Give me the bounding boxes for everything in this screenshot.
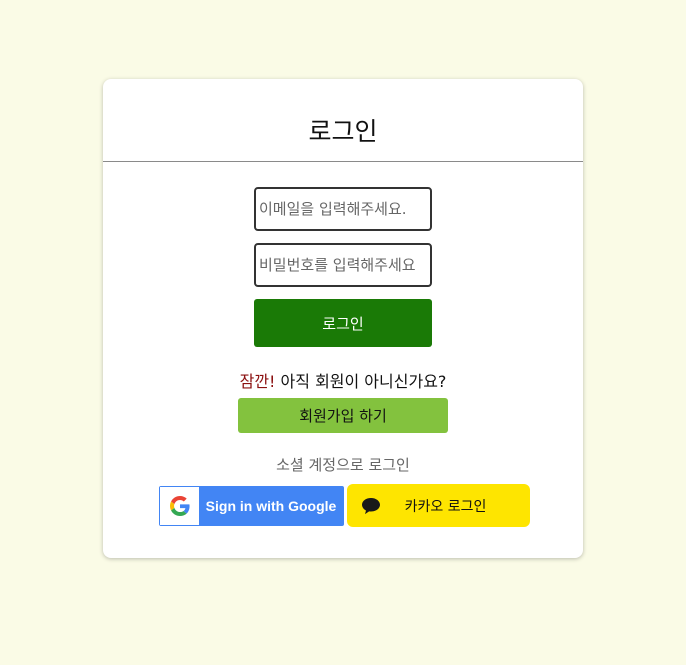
social-login-label: 소셜 계정으로 로그인 [276,456,410,474]
google-signin-label: Sign in with Google [205,498,337,514]
google-signin-button[interactable]: Sign in with Google [159,486,344,526]
page-title: 로그인 [308,117,378,146]
signup-question: 잠깐! 아직 회원이 아니신가요? [103,368,583,392]
kakao-login-label: 카카오 로그인 [404,498,487,515]
signup-button[interactable]: 회원가입 하기 [238,398,448,433]
google-logo-icon [160,487,199,525]
speech-bubble-icon [362,497,380,514]
signup-question-text: 아직 회원이 아니신가요? [275,372,447,391]
password-field[interactable] [254,243,432,287]
email-field[interactable] [254,187,432,231]
login-button[interactable]: 로그인 [254,299,432,347]
login-card: 로그인 로그인 잠깐! 아직 회원이 아니신가요? 회원가입 하기 소셜 계정으… [103,79,583,558]
signup-question-accent: 잠깐! [239,372,276,391]
kakao-login-button[interactable]: 카카오 로그인 [347,484,530,527]
divider [103,161,583,162]
